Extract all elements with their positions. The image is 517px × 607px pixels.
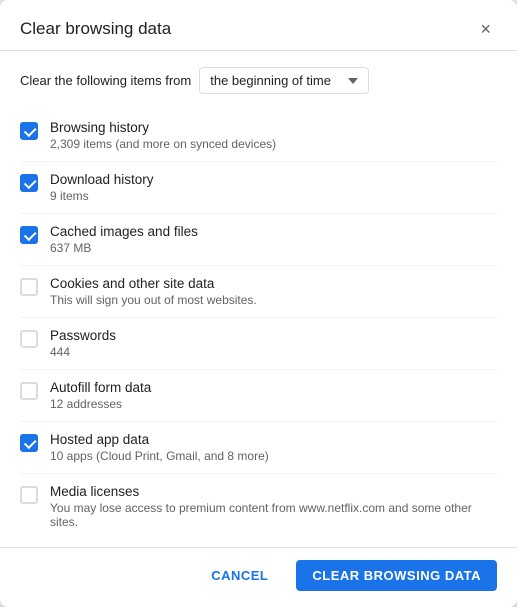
checkbox-hosted-app-data[interactable] (20, 434, 38, 452)
item-title: Cookies and other site data (50, 276, 257, 291)
time-range-label: Clear the following items from (20, 73, 191, 88)
item-sub: 12 addresses (50, 397, 151, 411)
item-sub: 2,309 items (and more on synced devices) (50, 137, 276, 151)
checkbox-media-licenses[interactable] (20, 486, 38, 504)
time-range-row: Clear the following items from the begin… (20, 67, 497, 94)
list-item: Download history 9 items (20, 162, 497, 214)
item-title: Autofill form data (50, 380, 151, 395)
checkbox-cookies[interactable] (20, 278, 38, 296)
checkbox-visual-cookies[interactable] (20, 278, 38, 296)
checkbox-passwords[interactable] (20, 330, 38, 348)
checkbox-visual-media-licenses[interactable] (20, 486, 38, 504)
cancel-button[interactable]: CANCEL (195, 560, 284, 591)
item-title: Passwords (50, 328, 116, 343)
checkbox-visual-cached-images[interactable] (20, 226, 38, 244)
checkbox-visual-autofill[interactable] (20, 382, 38, 400)
list-item: Cookies and other site data This will sig… (20, 266, 497, 318)
item-title: Hosted app data (50, 432, 269, 447)
item-sub: This will sign you out of most websites. (50, 293, 257, 307)
dialog-header: Clear browsing data × (0, 0, 517, 51)
list-item: Autofill form data 12 addresses (20, 370, 497, 422)
checkbox-visual-passwords[interactable] (20, 330, 38, 348)
item-sub: 637 MB (50, 241, 198, 255)
checkbox-download-history[interactable] (20, 174, 38, 192)
checkbox-visual-download-history[interactable] (20, 174, 38, 192)
checkbox-cached-images[interactable] (20, 226, 38, 244)
checkbox-autofill[interactable] (20, 382, 38, 400)
item-title: Media licenses (50, 484, 497, 499)
item-sub: 444 (50, 345, 116, 359)
time-range-select[interactable]: the beginning of timethe past hourthe pa… (199, 67, 369, 94)
dialog-title: Clear browsing data (20, 19, 171, 39)
close-button[interactable]: × (474, 18, 497, 40)
dialog-body: Clear the following items from the begin… (0, 51, 517, 547)
item-sub: You may lose access to premium content f… (50, 501, 497, 529)
item-sub: 10 apps (Cloud Print, Gmail, and 8 more) (50, 449, 269, 463)
list-item: Hosted app data 10 apps (Cloud Print, Gma… (20, 422, 497, 474)
item-title: Browsing history (50, 120, 276, 135)
items-list: Browsing history 2,309 items (and more on… (20, 110, 497, 539)
list-item: Passwords 444 (20, 318, 497, 370)
dialog-footer: CANCEL CLEAR BROWSING DATA (0, 547, 517, 607)
checkbox-browsing-history[interactable] (20, 122, 38, 140)
clear-browsing-data-button[interactable]: CLEAR BROWSING DATA (296, 560, 497, 591)
list-item: Cached images and files 637 MB (20, 214, 497, 266)
checkbox-visual-browsing-history[interactable] (20, 122, 38, 140)
list-item: Media licenses You may lose access to pre… (20, 474, 497, 539)
item-sub: 9 items (50, 189, 154, 203)
checkbox-visual-hosted-app-data[interactable] (20, 434, 38, 452)
item-title: Cached images and files (50, 224, 198, 239)
clear-browsing-data-dialog: Clear browsing data × Clear the followin… (0, 0, 517, 607)
list-item: Browsing history 2,309 items (and more on… (20, 110, 497, 162)
item-title: Download history (50, 172, 154, 187)
